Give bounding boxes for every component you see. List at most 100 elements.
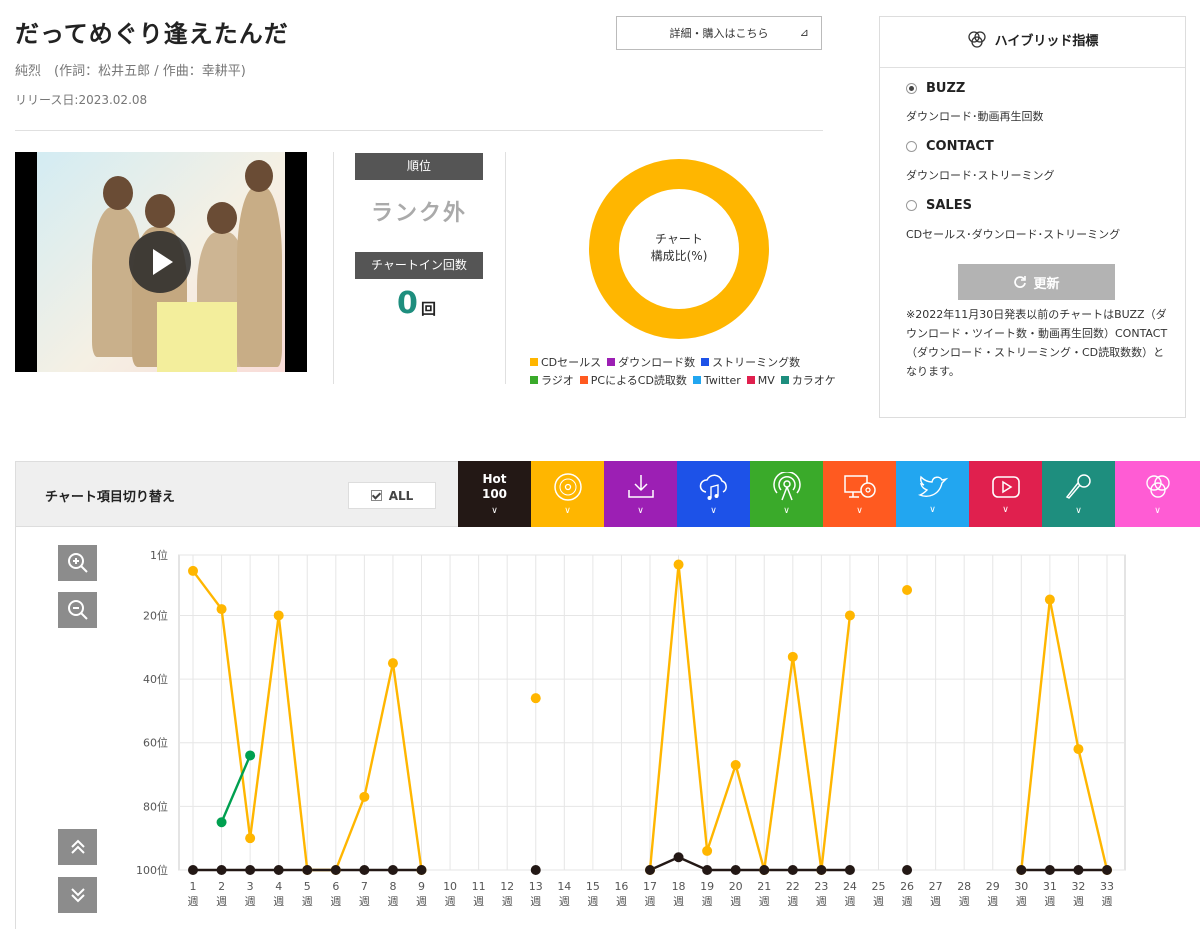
legend-item: ダウンロード数: [607, 354, 695, 370]
data-point-cd: [1044, 594, 1055, 605]
legend-item: MV: [746, 372, 775, 388]
rank-label: 順位: [355, 153, 483, 180]
x-tick-label: 27: [929, 880, 943, 893]
x-tick-label: 6: [332, 880, 339, 893]
x-tick-label: 14: [557, 880, 571, 893]
option-sales[interactable]: SALES: [906, 198, 972, 213]
all-checkbox[interactable]: ALL: [348, 482, 436, 509]
x-tick-suffix: 週: [959, 895, 970, 908]
x-tick-suffix: 週: [816, 895, 827, 908]
data-point-cd: [787, 651, 798, 662]
radio-icon[interactable]: [906, 200, 917, 211]
twitter-icon: [917, 475, 948, 497]
data-point-cd: [273, 610, 284, 621]
tab-streaming[interactable]: ∨: [677, 461, 750, 527]
data-point-hot100: [1044, 865, 1055, 875]
plot-frame: [178, 554, 1126, 871]
radio-icon[interactable]: [906, 83, 917, 94]
donut-legend-row: CDセールス ダウンロード数 ストリーミング数: [530, 354, 800, 370]
data-point-hot100: [844, 865, 855, 875]
legend-label: MV: [757, 373, 775, 387]
data-point-hot100: [216, 865, 227, 875]
data-point-hot100: [673, 852, 684, 863]
x-tick-suffix: 週: [1044, 895, 1055, 908]
x-tick-label: 24: [843, 880, 857, 893]
y-tick-label: 100位: [136, 863, 168, 877]
x-tick-label: 8: [389, 880, 396, 893]
legend-label: PCによるCD読取数: [590, 374, 687, 387]
tab-hot-line2: 100: [481, 487, 508, 501]
tab-radio[interactable]: ∨: [750, 461, 823, 527]
data-point-hot100: [387, 865, 398, 875]
chevron-down-icon: ∨: [637, 506, 644, 516]
download-icon: [627, 475, 654, 498]
radio-icon: [772, 472, 801, 501]
data-point-hot100: [759, 865, 770, 875]
option-contact[interactable]: CONTACT: [906, 139, 994, 154]
play-icon[interactable]: [129, 231, 191, 293]
x-tick-label: 33: [1100, 880, 1114, 893]
tab-hybrid[interactable]: ∨: [1115, 461, 1200, 527]
data-point-hot100: [902, 865, 913, 875]
x-tick-label: 4: [275, 880, 282, 893]
data-point-hot100: [702, 865, 713, 875]
tab-cd-sales[interactable]: ∨: [531, 461, 604, 527]
x-tick-label: 32: [1071, 880, 1085, 893]
x-tick-suffix: 週: [787, 895, 798, 908]
jacket-video[interactable]: [15, 152, 307, 372]
donut-legend-row: ラジオ PCによるCD読取数 Twitter MV カラオケ: [530, 372, 836, 388]
data-point-hot100: [730, 865, 741, 875]
data-point-cd: [359, 791, 370, 802]
data-point-cd: [844, 610, 855, 621]
data-point-radio: [245, 750, 256, 761]
data-point-hot100: [1102, 865, 1112, 875]
data-point-hot100: [359, 865, 370, 875]
divider: [505, 152, 506, 384]
x-tick-label: 18: [672, 880, 686, 893]
data-point-cd: [216, 604, 227, 615]
x-tick-label: 19: [700, 880, 714, 893]
x-tick-suffix: 週: [359, 895, 370, 908]
x-tick-label: 9: [418, 880, 425, 893]
x-tick-label: 3: [247, 880, 254, 893]
tab-karaoke[interactable]: ∨: [1042, 461, 1115, 527]
x-tick-label: 11: [472, 880, 486, 893]
x-tick-label: 1: [190, 880, 197, 893]
corner-arrow-icon: ⊿: [799, 26, 809, 39]
x-tick-label: 26: [900, 880, 914, 893]
x-tick-label: 12: [500, 880, 514, 893]
tab-pc-cd-read[interactable]: ∨: [823, 461, 896, 527]
x-tick-suffix: 週: [1102, 895, 1113, 908]
option-label: BUZZ: [926, 81, 966, 96]
x-tick-label: 29: [986, 880, 1000, 893]
tab-twitter[interactable]: ∨: [896, 461, 969, 527]
data-point-hot100: [330, 865, 341, 875]
data-point-hot100: [245, 865, 256, 875]
x-tick-suffix: 週: [587, 895, 598, 908]
tab-hot100[interactable]: Hot 100 ∨: [458, 461, 531, 527]
chartin-unit: 回: [421, 300, 437, 318]
x-tick-label: 22: [786, 880, 800, 893]
switcher-label: チャート項目切り替え: [45, 490, 175, 505]
tab-mv[interactable]: ∨: [969, 461, 1042, 527]
legend-swatch: [579, 376, 588, 384]
x-tick-label: 16: [614, 880, 628, 893]
tab-download[interactable]: ∨: [604, 461, 677, 527]
option-buzz[interactable]: BUZZ: [906, 81, 965, 96]
refresh-button[interactable]: 更新: [958, 264, 1115, 300]
x-tick-suffix: 週: [188, 895, 199, 908]
buy-details-button[interactable]: 詳細・購入はこちら ⊿: [616, 16, 822, 50]
x-tick-label: 25: [872, 880, 886, 893]
x-tick-label: 30: [1014, 880, 1028, 893]
x-tick-label: 2: [218, 880, 225, 893]
chevron-down-icon: ∨: [1154, 506, 1161, 516]
radio-icon[interactable]: [906, 141, 917, 152]
data-point-cd: [902, 585, 913, 595]
chartin-count: 0: [397, 286, 418, 321]
youtube-icon: [991, 476, 1020, 498]
microphone-icon: [1065, 474, 1091, 499]
x-tick-suffix: 週: [1073, 895, 1084, 908]
checkbox-icon[interactable]: [370, 490, 382, 501]
legend-label: CDセールス: [541, 356, 602, 369]
legend-swatch: [607, 358, 616, 366]
